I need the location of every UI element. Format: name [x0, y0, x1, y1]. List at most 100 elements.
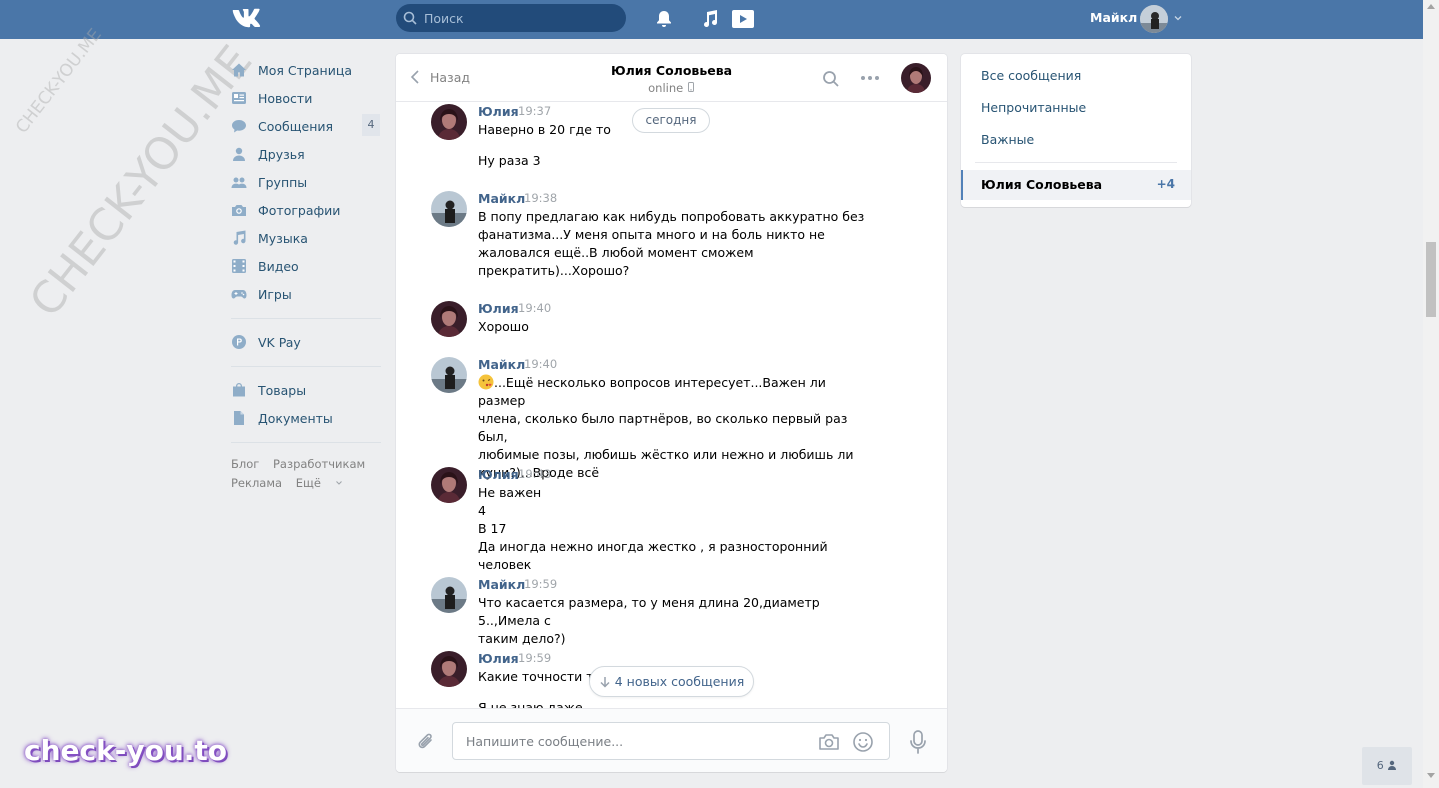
- message-text: ...Ещё несколько вопросов интересует...В…: [478, 374, 873, 482]
- camera-icon: [232, 205, 246, 216]
- message-line: прекратить)...Хорошо?: [478, 263, 630, 278]
- footer-link-blog[interactable]: Блог: [231, 457, 259, 471]
- message-time: 19:40: [524, 357, 558, 371]
- bell-icon[interactable]: [654, 9, 674, 29]
- message-line: фанатизма...У меня опыта много и на боль…: [478, 227, 825, 242]
- message-author[interactable]: Юлия: [478, 651, 519, 666]
- kiss-emoji-icon: [478, 374, 494, 390]
- message-input[interactable]: Напишите сообщение...: [452, 722, 890, 760]
- nav-item-friends[interactable]: Друзья: [231, 140, 381, 168]
- message-line: любимые позы, любишь жёстко или нежно и …: [478, 447, 854, 462]
- video-play-icon[interactable]: [731, 9, 755, 29]
- filter-all-messages[interactable]: Все сообщения: [981, 68, 1081, 83]
- person-icon: [1388, 760, 1397, 770]
- scroll-thumb[interactable]: [1426, 242, 1436, 317]
- search-icon[interactable]: [822, 70, 840, 88]
- message-line: Да иногда нежно иногда жестко , я разнос…: [478, 539, 828, 572]
- arrow-down-icon: [600, 677, 610, 688]
- scroll-up-arrow-icon[interactable]: [1427, 4, 1435, 9]
- message-line: ...Ещё несколько вопросов интересует...В…: [478, 375, 826, 408]
- message-author[interactable]: Юлия: [478, 301, 519, 316]
- filter-important[interactable]: Важные: [981, 132, 1034, 147]
- active-conversation-item[interactable]: Юлия Соловьева +4: [961, 170, 1191, 200]
- microphone-icon[interactable]: [908, 729, 928, 755]
- avatar[interactable]: [431, 467, 467, 503]
- nav-item-vkpay[interactable]: VK Pay: [231, 328, 381, 356]
- active-conversation-name: Юлия Соловьева: [981, 177, 1103, 192]
- message-time: 19:43: [518, 467, 552, 481]
- nav-label: VK Pay: [258, 334, 301, 350]
- nav-item-games[interactable]: Игры: [231, 280, 381, 308]
- message-line: Я не знаю даже: [478, 700, 583, 708]
- message-text: Не важен 4 В 17 Да иногда нежно иногда ж…: [478, 484, 873, 574]
- nav-item-groups[interactable]: Группы: [231, 168, 381, 196]
- chat-avatar[interactable]: [901, 63, 931, 93]
- footer-link-developers[interactable]: Разработчикам: [273, 457, 365, 471]
- nav-item-my-page[interactable]: Моя Страница: [231, 56, 381, 84]
- page-scrollbar[interactable]: [1423, 0, 1439, 788]
- avatar[interactable]: [431, 651, 467, 687]
- message-line: Что касается размера, то у меня длина 20…: [478, 595, 820, 628]
- nav-divider: [231, 318, 381, 319]
- message-time: 19:37: [518, 104, 552, 118]
- nav-item-goods[interactable]: Товары: [231, 376, 381, 404]
- more-icon[interactable]: [860, 75, 880, 81]
- message-author[interactable]: Юлия: [478, 467, 519, 482]
- camera-icon[interactable]: [818, 732, 840, 752]
- friends-icon: [233, 147, 245, 161]
- message-line: таким дело?): [478, 631, 566, 646]
- nav-divider: [231, 442, 381, 443]
- date-divider-pill: сегодня: [632, 108, 710, 133]
- nav-item-news[interactable]: Новости: [231, 84, 381, 112]
- online-count: 6: [1376, 759, 1384, 772]
- chevron-down-icon[interactable]: [1173, 13, 1183, 23]
- user-name[interactable]: Майкл: [1090, 10, 1137, 25]
- message-time: 19:40: [518, 301, 552, 315]
- message-author[interactable]: Майкл: [478, 577, 525, 592]
- nav-label: Музыка: [258, 230, 308, 246]
- avatar[interactable]: [431, 357, 467, 393]
- filter-unread[interactable]: Непрочитанные: [981, 100, 1086, 115]
- nav-label: Видео: [258, 258, 299, 274]
- avatar[interactable]: [431, 301, 467, 337]
- message-author[interactable]: Майкл: [478, 191, 525, 206]
- nav-label: Документы: [258, 410, 333, 426]
- new-messages-label: 4 новых сообщения: [614, 674, 745, 689]
- search-field[interactable]: Поиск: [396, 4, 626, 32]
- footer-link-more[interactable]: Ещё: [296, 476, 343, 490]
- nav-item-photos[interactable]: Фотографии: [231, 196, 381, 224]
- filters-divider: [975, 162, 1177, 163]
- new-messages-button[interactable]: 4 новых сообщения: [589, 666, 754, 697]
- nav-item-music[interactable]: Музыка: [231, 224, 381, 252]
- nav-item-documents[interactable]: Документы: [231, 404, 381, 432]
- message-line: Ну раза 3: [478, 153, 541, 168]
- footer-link-ads[interactable]: Реклама: [231, 476, 282, 490]
- message-line: Хорошо: [478, 319, 529, 334]
- footer-more-label: Ещё: [295, 476, 321, 490]
- avatar[interactable]: [431, 577, 467, 613]
- message-line: В 17: [478, 521, 507, 536]
- online-friends-button[interactable]: 6: [1362, 747, 1412, 785]
- nav-label: Новости: [258, 90, 313, 106]
- news-icon: [232, 92, 246, 104]
- message-text: Хорошо: [478, 318, 873, 336]
- message-author[interactable]: Юлия: [478, 104, 519, 119]
- nav-item-messages[interactable]: Сообщения 4: [231, 112, 381, 140]
- paperclip-icon[interactable]: [416, 731, 436, 753]
- message-input-placeholder: Напишите сообщение...: [466, 734, 624, 749]
- message-line-empty: [478, 139, 873, 152]
- mobile-icon: [687, 82, 694, 92]
- chat-header: Назад Юлия Соловьева online: [396, 54, 947, 102]
- smile-icon[interactable]: [852, 731, 874, 753]
- avatar[interactable]: [431, 104, 467, 140]
- vk-logo-icon[interactable]: [231, 7, 265, 29]
- scroll-down-arrow-icon[interactable]: [1427, 773, 1435, 778]
- search-placeholder: Поиск: [424, 11, 464, 26]
- message-feed[interactable]: сегодня Юлия 19:37 Наверно в 20 где то Н…: [396, 102, 947, 708]
- avatar[interactable]: [431, 191, 467, 227]
- user-avatar[interactable]: [1140, 5, 1168, 33]
- music-icon[interactable]: [700, 9, 720, 29]
- nav-item-video[interactable]: Видео: [231, 252, 381, 280]
- message-author[interactable]: Майкл: [478, 357, 525, 372]
- top-bar: Поиск Майкл: [0, 0, 1423, 39]
